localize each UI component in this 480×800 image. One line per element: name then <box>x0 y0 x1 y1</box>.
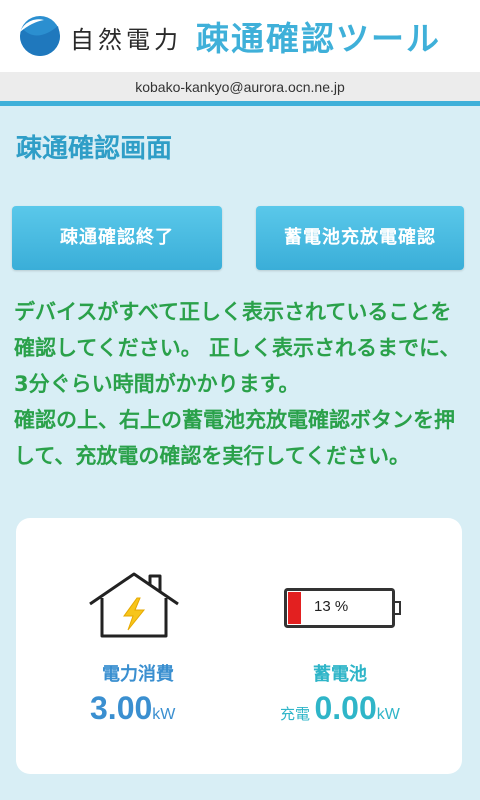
power-unit: kW <box>152 706 176 723</box>
brand-name: 自然電力 <box>70 26 182 54</box>
house-bolt-icon <box>89 572 179 638</box>
battery-check-button[interactable]: 蓄電池充放電確認 <box>256 206 464 270</box>
power-consumption-label: 電力消費 <box>102 664 174 685</box>
power-value-number: 3.00 <box>90 690 153 726</box>
instructions-paragraph-1: デバイスがすべて正しく表示されていることを確認してください。 正しく表示されるま… <box>14 300 461 396</box>
battery-state: 充電 <box>280 706 311 723</box>
status-card: 13 % 電力消費 3.00kW 蓄電池 充電 0.00kW <box>16 518 462 774</box>
account-email: kobako-kankyo@aurora.ocn.ne.jp <box>0 72 480 106</box>
battery-label: 蓄電池 <box>313 664 367 685</box>
brand-logo-icon <box>20 16 60 56</box>
battery-level-fill <box>288 592 301 624</box>
battery-charge-value: 充電 0.00kW <box>280 690 400 727</box>
page-title: 疎通確認画面 <box>16 134 173 164</box>
battery-level-text: 13 % <box>314 598 349 615</box>
battery-value-number: 0.00 <box>314 690 377 726</box>
power-consumption-value: 3.00kW <box>90 690 175 727</box>
instructions-text: デバイスがすべて正しく表示されていることを確認してください。 正しく表示されるま… <box>14 294 470 474</box>
app-header: 自然電力 疎通確認ツール <box>0 0 480 72</box>
end-check-button[interactable]: 疎通確認終了 <box>12 206 222 270</box>
battery-unit: kW <box>376 706 400 723</box>
instructions-paragraph-2: 確認の上、右上の蓄電池充放電確認ボタンを押して、充放電の確認を実行してください。 <box>14 408 455 468</box>
app-title: 疎通確認ツール <box>196 19 441 58</box>
